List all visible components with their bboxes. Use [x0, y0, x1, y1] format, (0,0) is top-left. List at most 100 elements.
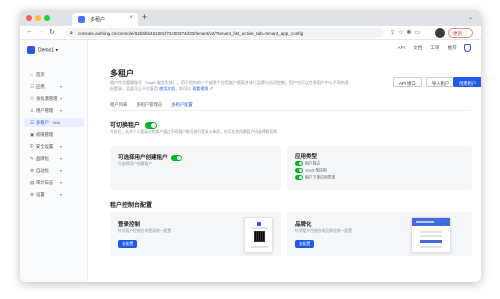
chevron-down-icon: ▾	[59, 108, 62, 113]
sidebar-item-label: 用户管理	[36, 108, 54, 113]
api-link[interactable]: API	[398, 45, 405, 50]
page-title: 多租户	[110, 69, 134, 78]
window-close-icon[interactable]	[26, 15, 32, 21]
video-link[interactable]: 观看视频 ↗	[192, 86, 213, 91]
chevron-down-icon: ▾	[59, 96, 62, 101]
tabs-divider	[110, 110, 471, 111]
app-type-option-tenant[interactable]: 租户下单应用类型	[295, 175, 335, 180]
sidebar-item-multi-tenant[interactable]: ☰ 多租户 beta	[24, 118, 84, 127]
sidebar-item-label: 应用	[36, 84, 45, 89]
topbar-links: API 文档 工单 推荐	[391, 44, 471, 52]
sidebar-item-label: 多租户	[36, 120, 49, 125]
sidebar-item-label: 安全设置	[36, 144, 54, 149]
chevron-down-icon: ▾	[59, 180, 62, 185]
window-minimize-icon[interactable]	[35, 15, 41, 21]
update-button[interactable]: 更新 ⋮	[448, 28, 473, 38]
sidebar-item-permissions[interactable]: ▣ 权限管理	[24, 130, 84, 139]
sidebar: Demo1 ▾ ⌂ 首页 ☷ 应用 ▾ ⚇ 身份源管理 ▾ ♙ 用户管理 ▾ ☰ 多租户 b…	[20, 40, 88, 282]
preview-line	[420, 246, 442, 248]
preview-line	[251, 246, 268, 248]
description-tail: ，你可以	[175, 86, 192, 91]
ticket-link[interactable]: 工单	[430, 45, 439, 50]
sidebar-item-branding[interactable]: ✎ 品牌化 ▾	[24, 154, 84, 163]
docs-link[interactable]: 文档	[413, 45, 422, 50]
login-control-config-button[interactable]: 去配置	[118, 240, 138, 248]
sidebar-item-apps[interactable]: ☷ 应用 ▾	[24, 82, 84, 91]
sidebar-item-label: 品牌化	[36, 156, 49, 161]
preview-button	[420, 240, 442, 243]
url-field[interactable]: 🔒︎ console.authing.cn/console/62b5bb4610…	[66, 28, 384, 38]
profile-avatar[interactable]	[435, 28, 445, 38]
sidebar-item-security[interactable]: ⛨ 安全设置 ▾	[24, 142, 84, 151]
option-toggle[interactable]	[295, 168, 303, 173]
login-control-title: 登录控制	[118, 222, 141, 228]
create-tenant-button[interactable]: 创建租户	[453, 77, 481, 87]
browser-window: 多租户 × + ⌄ ← → ↻ 🔒︎ console.authing.cn/co…	[20, 10, 481, 282]
option-label: 租户独占	[305, 161, 321, 166]
sidebar-item-label: 自动化	[36, 168, 49, 173]
browser-tab[interactable]: 多租户 ×	[72, 13, 138, 26]
new-tab-icon[interactable]: +	[142, 12, 147, 22]
favicon-icon	[78, 16, 85, 23]
forward-icon[interactable]: →	[37, 28, 44, 35]
main-content: API 文档 工单 推荐 多租户 租户作为管理账号（SaaS 服务实体），用于把…	[88, 40, 481, 282]
page-description: 租户作为管理账号（SaaS 服务实体），用于把你的一个或多个应用账户隔离并进行品…	[110, 80, 350, 92]
app-type-option-saas[interactable]: SaaS 型应用	[295, 168, 327, 173]
branding-config-button[interactable]: 去配置	[295, 240, 315, 248]
back-icon[interactable]: ←	[26, 28, 33, 35]
preview-logo	[257, 222, 261, 226]
sidebar-item-identity-sources[interactable]: ⚇ 身份源管理 ▾	[24, 94, 84, 103]
user-create-tenant-subtitle: 可选择用户创建租户	[118, 162, 153, 166]
sidebar-item-label: 身份源管理	[36, 96, 58, 101]
option-toggle[interactable]	[295, 175, 303, 180]
qr-code-icon	[254, 231, 265, 242]
user-create-tenant-title: 可选择用户创建租户	[118, 153, 183, 161]
api-button[interactable]: API 接口	[393, 77, 422, 87]
sidebar-item-home[interactable]: ⌂ 首页	[24, 70, 84, 79]
docs-link-inline[interactable]: 使用文档	[159, 86, 175, 91]
branding-title: 品牌化	[295, 222, 312, 228]
user-create-tenant-label: 可选择用户创建租户	[118, 155, 168, 161]
preview-line	[251, 227, 268, 229]
tab-list-chevron-icon[interactable]: ⌄	[468, 14, 473, 21]
url-text: console.authing.cn/console/62b5bb46100cf…	[78, 30, 304, 36]
login-preview-image	[244, 217, 273, 253]
import-tenant-button[interactable]: 导入租户	[426, 77, 456, 87]
sidebar-item-audit-logs[interactable]: ▤ 审计日志 ▾	[24, 178, 84, 187]
sidebar-item-users[interactable]: ♙ 用户管理 ▾	[24, 106, 84, 115]
app-type-option-exclusive[interactable]: 租户独占	[295, 161, 320, 166]
switch-tenant-toggle[interactable]	[144, 121, 157, 129]
brand-name: Demo1 ▾	[38, 47, 59, 54]
brand-logo-icon	[27, 46, 35, 54]
switch-tenant-label: 可切换租户	[110, 123, 141, 129]
tab-tenant-admins[interactable]: 多租户管理员	[136, 102, 162, 110]
login-control-card: 登录控制 针对租户控制台的登录统一配置 去配置	[110, 212, 281, 256]
branding-card: 品牌化 针对租户控制台的品牌化统一配置 去配置	[287, 212, 472, 256]
user-create-tenant-toggle[interactable]	[171, 154, 183, 161]
chevron-down-icon: ▾	[59, 192, 62, 197]
branding-subtitle: 针对租户控制台的品牌化统一配置	[295, 229, 352, 233]
sidebar-item-automation[interactable]: ⚙ 自动化 ▾	[24, 166, 84, 175]
recommend-link[interactable]: 推荐	[448, 45, 457, 50]
console-config-title: 租户控制台配置	[110, 203, 153, 209]
description-more: 不仅复用	[142, 86, 158, 91]
address-bar-row: ← → ↻ 🔒︎ console.authing.cn/console/62b5…	[20, 26, 481, 40]
app-type-card: 应用类型 租户独占 SaaS 型应用 租户下单应用类型	[287, 146, 472, 190]
account-shield-icon[interactable]	[464, 44, 471, 52]
switch-tenant-description: 开启后，允许个人登录过的用户通过不同租户账号进行登录与体验，也可在其所属租户间选…	[110, 130, 278, 134]
preview-line	[416, 221, 434, 223]
window-maximize-icon[interactable]	[44, 15, 50, 21]
option-label: SaaS 型应用	[305, 168, 327, 173]
tab-close-icon[interactable]: ×	[129, 15, 133, 21]
preview-line	[420, 231, 442, 233]
browser-action-icons[interactable]: ⇪☆✱▭	[390, 29, 423, 36]
brand-switcher[interactable]: Demo1 ▾	[27, 46, 58, 54]
chevron-down-icon: ▾	[59, 156, 62, 161]
option-toggle[interactable]	[295, 161, 303, 166]
reload-icon[interactable]: ↻	[49, 28, 55, 36]
branding-preview-image	[411, 217, 451, 253]
tab-tenant-list[interactable]: 租户列表	[110, 102, 127, 110]
sidebar-item-settings[interactable]: ⚙ 设置 ▾	[24, 190, 84, 199]
lock-icon: 🔒︎	[70, 30, 73, 36]
chevron-down-icon: ▾	[59, 84, 62, 89]
